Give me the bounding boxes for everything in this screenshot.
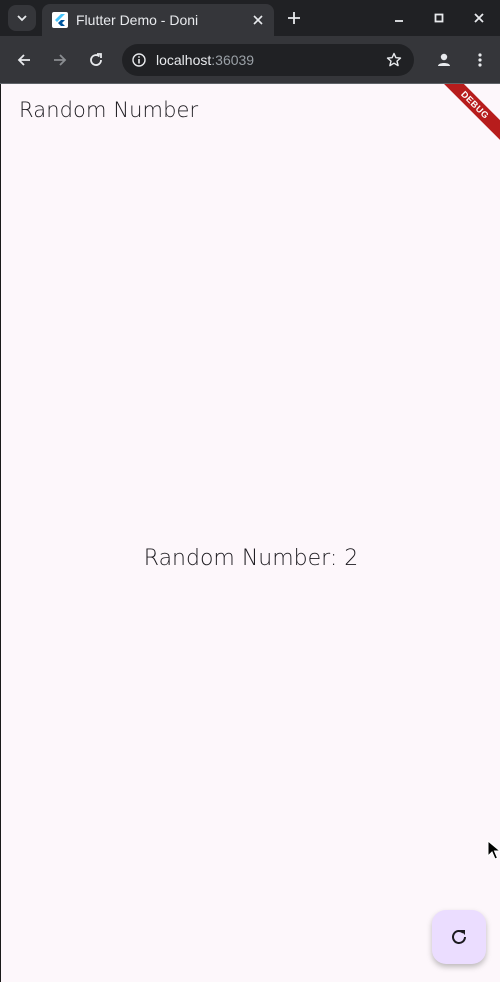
browser-tab[interactable]: Flutter Demo - Doni [42,4,274,36]
reload-button[interactable] [84,48,108,72]
bookmark-button[interactable] [382,48,406,72]
appbar-title: Random Number [19,98,199,122]
arrow-right-icon [54,54,67,66]
tab-close-button[interactable] [248,10,268,30]
url-port: :36039 [211,52,255,68]
tab-title: Flutter Demo - Doni [76,12,199,28]
arrow-left-icon [17,54,30,66]
app-page: Random Number DEBUG Random Number: 2 [0,84,500,982]
mouse-cursor-icon [487,840,500,860]
maximize-icon [434,13,444,23]
profile-button[interactable] [432,48,456,72]
flutter-favicon-icon [52,12,68,28]
forward-button[interactable] [48,48,72,72]
tab-search-button[interactable] [8,5,36,31]
more-vert-icon [478,53,482,67]
new-tab-button[interactable] [282,6,306,30]
refresh-icon [452,930,466,944]
plus-icon [288,12,300,24]
refresh-fab-button[interactable] [432,910,486,964]
chevron-down-icon [17,15,27,22]
minimize-button[interactable] [387,6,411,30]
star-icon [386,52,402,67]
browser-toolbar: localhost:36039 [0,36,500,84]
url-host: localhost [156,52,212,68]
random-number-text: Random Number: 2 [143,546,359,571]
maximize-button[interactable] [427,6,451,30]
back-button[interactable] [12,48,36,72]
close-icon [474,13,484,23]
address-bar[interactable]: localhost:36039 [122,44,414,76]
person-icon [438,53,450,66]
info-icon[interactable] [132,53,146,67]
minimize-icon [395,20,403,22]
close-window-button[interactable] [467,6,491,30]
reload-icon [90,53,102,66]
close-icon [253,15,263,25]
browser-tab-strip: Flutter Demo - Doni [0,0,500,36]
menu-button[interactable] [468,48,492,72]
debug-banner: DEBUG [431,84,500,149]
